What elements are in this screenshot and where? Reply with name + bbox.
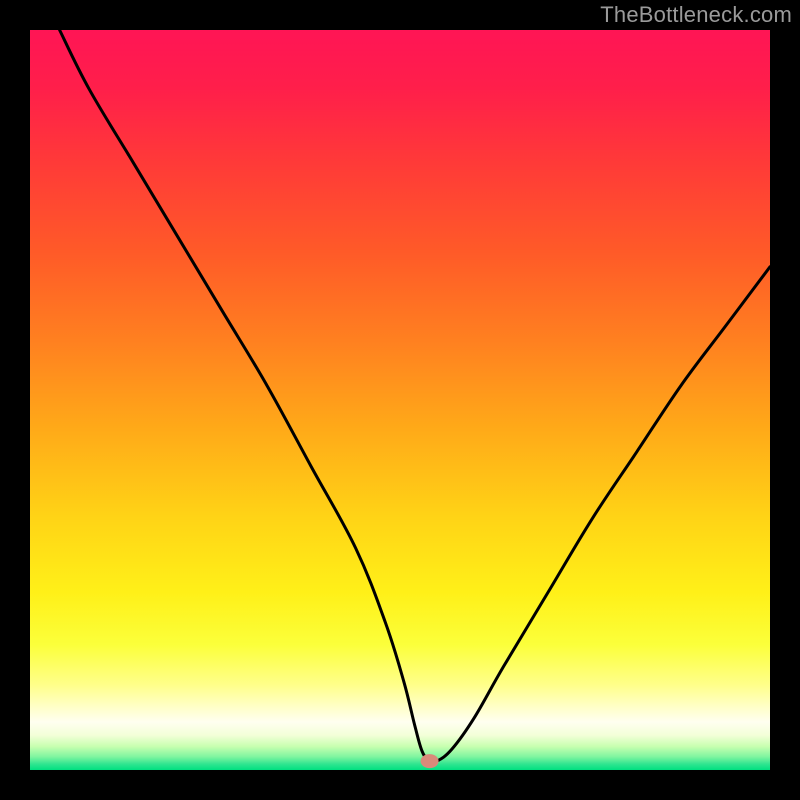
watermark-text: TheBottleneck.com	[600, 2, 792, 28]
bottleneck-chart	[0, 0, 800, 800]
chart-frame: TheBottleneck.com	[0, 0, 800, 800]
optimal-point-marker	[421, 754, 439, 768]
plot-background	[30, 30, 770, 770]
